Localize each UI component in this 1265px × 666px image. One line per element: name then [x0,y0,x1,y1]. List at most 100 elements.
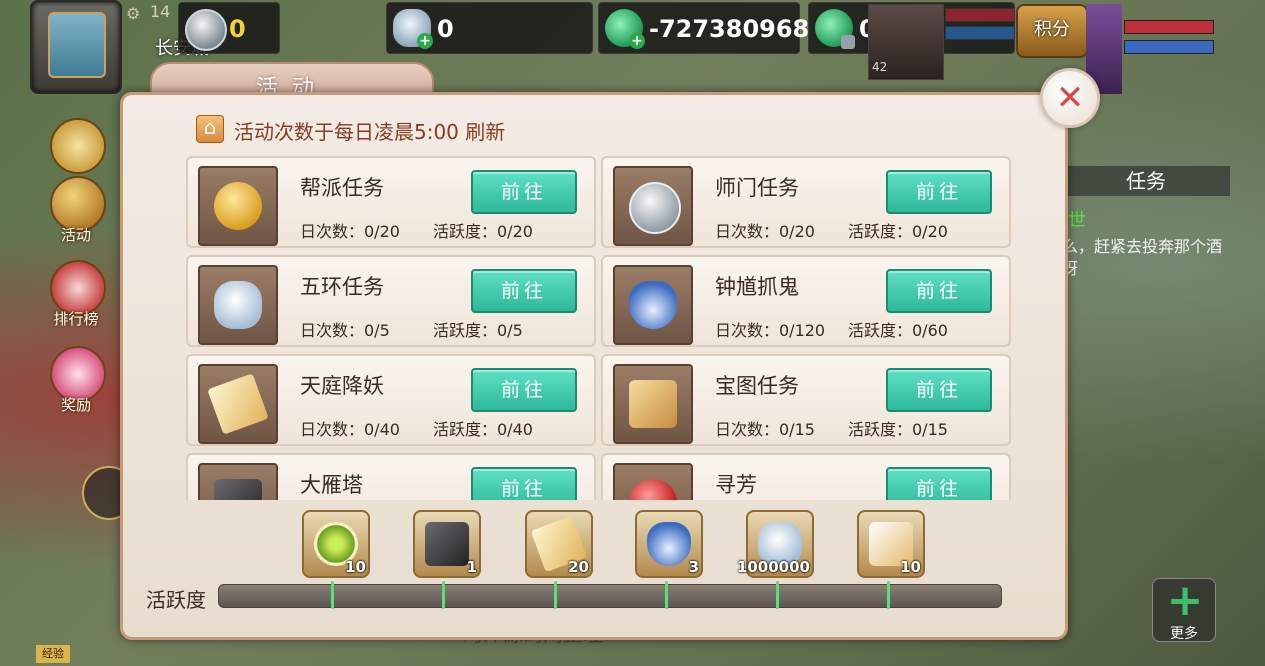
activity-vitality: 活跃度：0/15 [848,420,948,439]
target-level: 42 [872,60,888,74]
top-bar: ⚙ 14 长安城 0 + 0 + -727380968 0 42 积分 [0,0,1265,94]
activity-thumb [198,166,278,246]
points-button[interactable]: 积分 [1016,4,1088,58]
progress-tick [887,581,890,609]
settings-gear-icon[interactable]: ⚙ [126,4,144,23]
plus-icon[interactable]: + [629,33,645,49]
currency-value: 0 [437,15,454,43]
activity-vitality: 活跃度：0/20 [433,222,533,241]
notice-text: 活动次数于每日凌晨5:00 刷新 [234,120,506,144]
go-button[interactable]: 前往 [886,269,992,313]
activity-name: 五环任务 [300,275,384,299]
reward-count: 10 [900,558,921,576]
activity-thumb [613,166,693,246]
map-scroll-icon [48,12,106,78]
vitality-label: 活跃度 [146,588,206,612]
reward-box[interactable]: 1000000 [737,510,814,578]
jade-icon: + [605,9,645,49]
plus-icon[interactable]: + [417,33,433,49]
go-button[interactable]: 前往 [886,467,992,500]
menu-reward[interactable]: 奖励 [44,346,108,414]
progress-tick [665,581,668,609]
activity-count: 日次数：0/20 [715,222,815,241]
chevron-down-icon [50,118,106,174]
gong-coin-icon [629,182,681,234]
activity-card: 帮派任务 日次数：0/20 活跃度：0/20 前往 [186,156,596,248]
currency-silver[interactable]: + 0 [386,2,593,54]
activity-vitality: 活跃度：0/40 [433,420,533,439]
map-button[interactable] [30,0,122,94]
gold-coin-icon [214,182,262,230]
activity-card: 五环任务 日次数：0/5 活跃度：0/5 前往 [186,255,596,347]
activity-name: 帮派任务 [300,176,384,200]
activity-name: 大雁塔 [300,473,363,497]
progress-tick [331,581,334,609]
player-level: 14 [150,2,171,21]
activity-count: 日次数：0/15 [715,420,815,439]
activity-name: 师门任务 [715,176,799,200]
exp-tag: 经验 [36,645,70,663]
activity-name: 寻芳 [715,473,757,497]
vase-icon [647,522,691,566]
go-button[interactable]: 前往 [471,368,577,412]
activity-thumb [198,364,278,444]
activity-thumb [613,364,693,444]
activity-vitality: 活跃度：0/60 [848,321,948,340]
activity-card: 师门任务 日次数：0/20 活跃度：0/20 前往 [601,156,1011,248]
vase-icon [629,281,677,329]
go-button[interactable]: 前往 [886,170,992,214]
close-button[interactable]: ✕ [1040,68,1100,128]
activity-card: 大雁塔 前往 [186,453,596,500]
silver-ingot-icon: + [393,9,433,49]
activity-thumb [613,463,693,500]
activity-vitality: 活跃度：0/20 [848,222,948,241]
activity-count: 日次数：0/120 [715,321,826,340]
activity-thumb [613,265,693,345]
activity-count: 日次数：0/5 [300,321,390,340]
progress-tick [554,581,557,609]
activity-list[interactable]: 帮派任务 日次数：0/20 活跃度：0/20 前往 师门任务 日次数：0/20 … [186,156,1011,500]
activity-vitality: 活跃度：0/5 [433,321,523,340]
plus-icon: + [1166,575,1204,626]
vitality-progress-bar [218,581,1002,609]
reward-count: 3 [688,558,699,576]
reward-box[interactable]: 20 [525,510,593,578]
currency-gong[interactable]: 0 [178,2,280,54]
progress-tick [776,581,779,609]
more-button[interactable]: + 更多 [1152,578,1216,642]
activity-thumb [198,265,278,345]
treasure-map-icon [629,380,677,428]
go-button[interactable]: 前往 [471,269,577,313]
menu-ranking[interactable]: 排行榜 [44,260,108,328]
more-label: 更多 [1170,626,1198,642]
player-bars [1124,20,1214,60]
go-button[interactable]: 前往 [886,368,992,412]
task-panel-title[interactable]: 任务 [1062,166,1230,196]
reward-count: 1 [466,558,477,576]
reward-box[interactable]: 10 [302,510,370,578]
close-icon: ✕ [1055,78,1085,118]
menu-activity[interactable]: 活动 [44,176,108,244]
reward-box[interactable]: 1 [413,510,481,578]
activity-name: 天庭降妖 [300,374,384,398]
activity-count: 日次数：0/20 [300,222,400,241]
progress-tick [442,581,445,609]
collapse-menu-button[interactable] [44,118,108,182]
menu-label: 活动 [60,226,91,244]
go-button[interactable]: 前往 [471,467,577,500]
reward-box[interactable]: 10 [857,510,925,578]
go-button[interactable]: 前往 [471,170,577,214]
target-bars [945,8,1015,48]
currency-value: 0 [229,15,246,43]
locked-jade-icon [815,9,855,49]
reward-count: 20 [568,558,589,576]
dark-stone-icon [425,522,469,566]
reward-box[interactable]: 3 [635,510,703,578]
activity-thumb [198,463,278,500]
home-icon [196,115,224,143]
tower-icon [214,479,262,500]
red-orb-icon [629,479,677,500]
menu-label: 奖励 [60,396,91,414]
reward-count: 10 [345,558,366,576]
currency-jade[interactable]: + -727380968 [598,2,809,54]
